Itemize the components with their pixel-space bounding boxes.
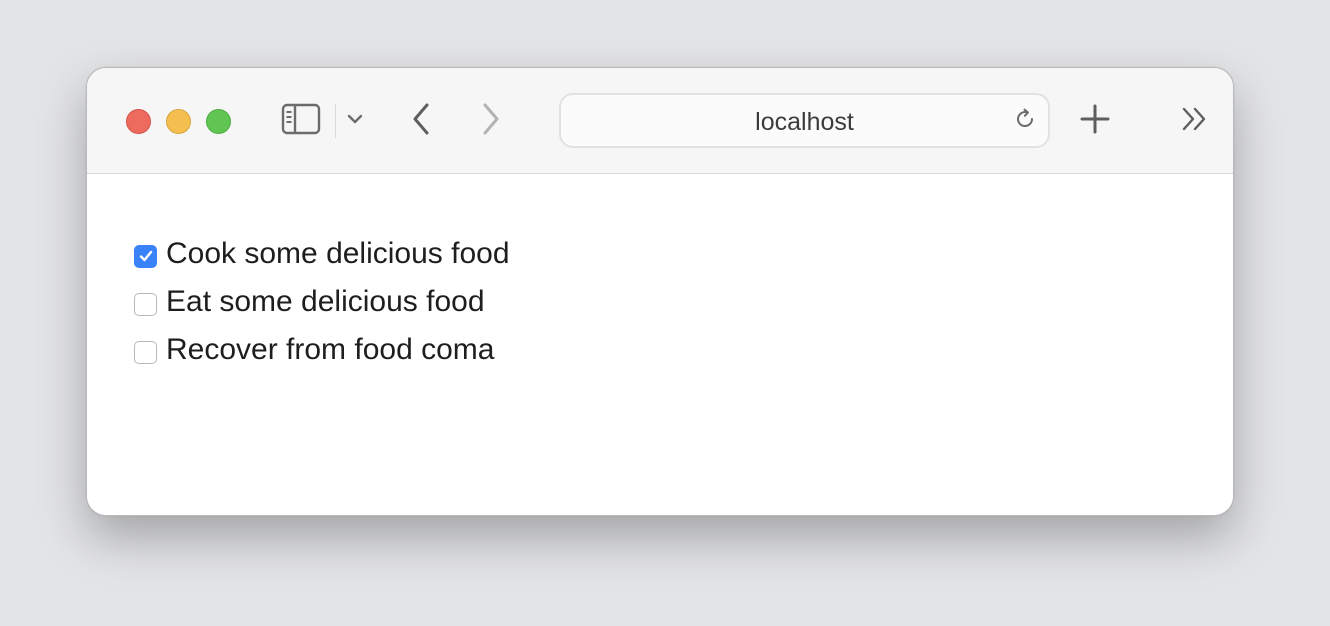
minimize-window-button[interactable] [166,109,191,134]
plus-icon [1079,103,1111,140]
browser-toolbar: localhost [87,68,1233,174]
address-bar[interactable]: localhost [559,93,1050,148]
chevron-down-icon [346,112,364,130]
sidebar-icon [281,103,321,140]
page-content: Cook some delicious food Eat some delici… [87,174,1233,515]
todo-checkbox[interactable] [134,292,157,316]
toolbar-divider [335,104,336,138]
checkmark-icon [139,250,152,262]
todo-item: Eat some delicious food [134,278,510,326]
double-chevron-right-icon [1180,106,1210,137]
reload-icon [1013,107,1037,136]
toolbar-overflow-button[interactable] [1177,105,1213,137]
new-tab-button[interactable] [1077,103,1113,139]
close-window-button[interactable] [126,109,151,134]
chevron-left-icon [410,102,432,141]
zoom-window-button[interactable] [206,109,231,134]
todo-checkbox[interactable] [134,244,157,268]
todo-label: Eat some delicious food [166,285,485,318]
todo-checkbox[interactable] [134,340,157,364]
todo-list: Cook some delicious food Eat some delici… [134,230,510,374]
todo-label: Cook some delicious food [166,237,510,270]
chevron-right-icon [480,102,502,141]
forward-button[interactable] [475,103,507,139]
browser-window: localhost Cook some delicious food Eat s… [86,67,1234,516]
sidebar-toggle-button[interactable] [279,103,323,139]
reload-button[interactable] [1012,108,1038,134]
todo-label: Recover from food coma [166,333,495,366]
todo-item: Cook some delicious food [134,230,510,278]
todo-item: Recover from food coma [134,326,510,374]
sidebar-menu-button[interactable] [343,108,367,134]
back-button[interactable] [405,103,437,139]
address-text: localhost [755,108,854,136]
